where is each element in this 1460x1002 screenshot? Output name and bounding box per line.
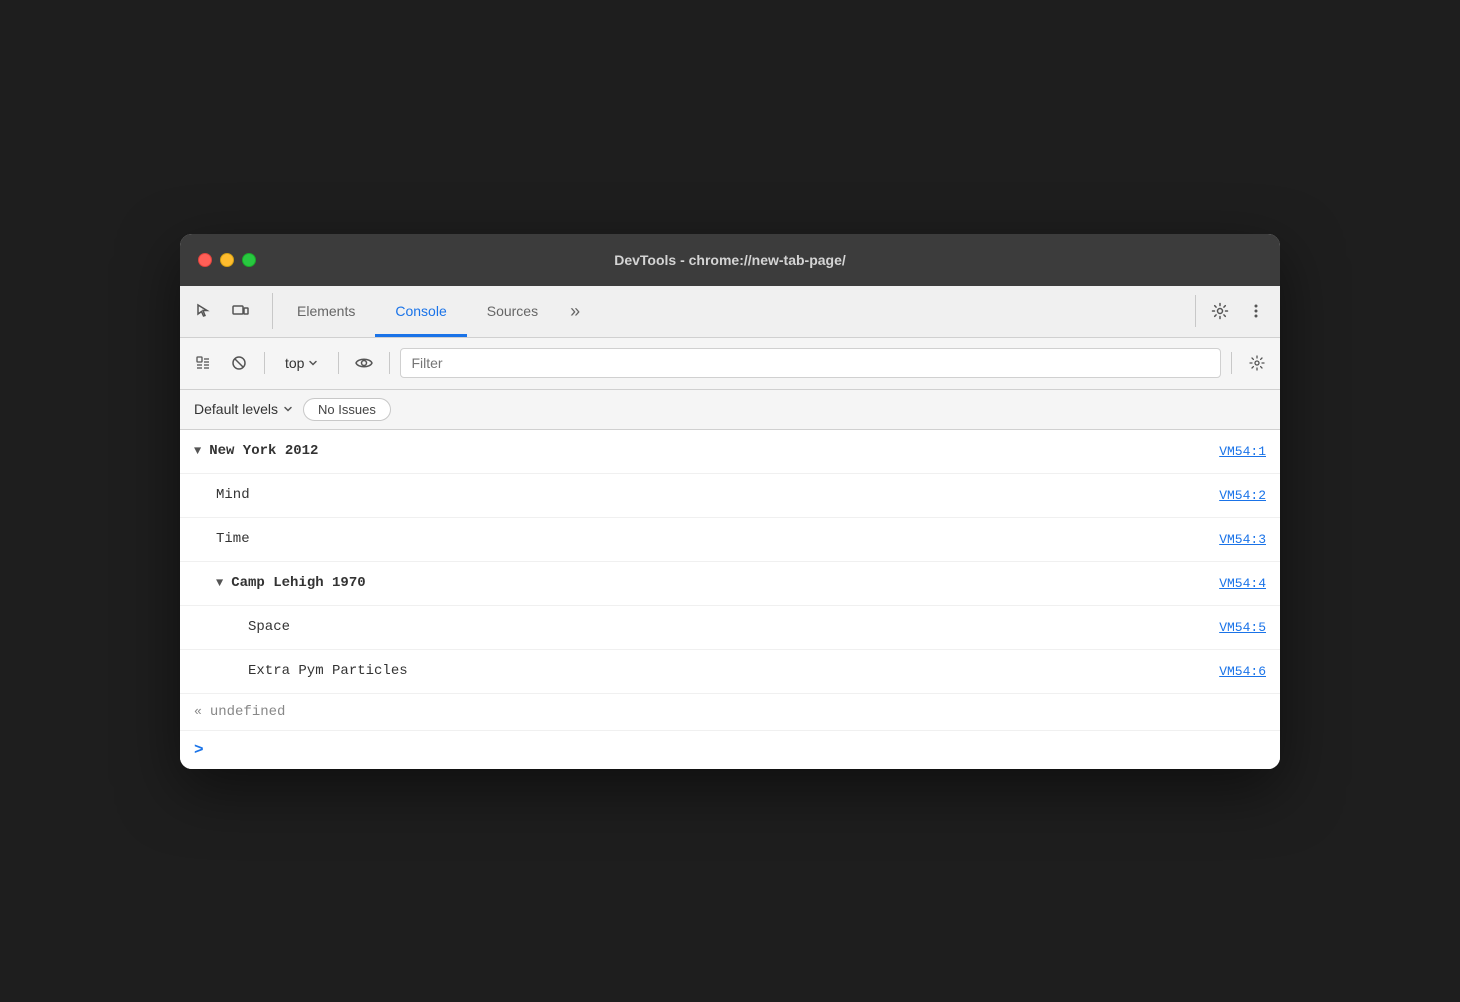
toolbar-divider-1 [264,352,265,374]
maximize-button[interactable] [242,253,256,267]
no-issues-button[interactable]: No Issues [303,398,391,421]
toolbar-divider-2 [338,352,339,374]
row-main-4: ▼ Camp Lehigh 1970 [216,575,1219,591]
tab-elements[interactable]: Elements [277,285,375,337]
filter-input[interactable] [400,348,1221,378]
prompt-row[interactable]: > [180,731,1280,769]
row-text-4: Camp Lehigh 1970 [231,575,365,591]
console-row-1: ▼ New York 2012 VM54:1 [180,430,1280,474]
tab-bar-right [1195,295,1272,327]
block-icon-button[interactable] [224,348,254,378]
row-link-4[interactable]: VM54:4 [1219,576,1266,591]
more-options-icon-button[interactable] [1240,295,1272,327]
return-arrow-icon: « [194,704,202,719]
levels-bar: Default levels No Issues [180,390,1280,430]
undefined-row: « undefined [180,694,1280,731]
row-text-6: Extra Pym Particles [248,663,408,679]
more-tabs-button[interactable]: » [558,285,592,337]
inspect-icon-button[interactable] [188,295,220,327]
row-main-3: Time [216,531,1219,547]
row-main-1: ▼ New York 2012 [194,443,1219,459]
eye-icon-button[interactable] [349,348,379,378]
row-link-5[interactable]: VM54:5 [1219,620,1266,635]
toolbar-divider-3 [389,352,390,374]
tab-bar: Elements Console Sources » [180,286,1280,338]
console-row-6: Extra Pym Particles VM54:6 [180,650,1280,694]
triangle-icon-1[interactable]: ▼ [194,444,201,458]
tab-console[interactable]: Console [375,285,466,337]
row-link-1[interactable]: VM54:1 [1219,444,1266,459]
row-text-2: Mind [216,487,250,503]
row-main-2: Mind [216,487,1219,503]
row-link-6[interactable]: VM54:6 [1219,664,1266,679]
close-button[interactable] [198,253,212,267]
settings-icon-button[interactable] [1204,295,1236,327]
row-text-3: Time [216,531,250,547]
toolbar-divider-4 [1231,352,1232,374]
console-toolbar: top [180,338,1280,390]
row-text-5: Space [248,619,290,635]
console-row-4: ▼ Camp Lehigh 1970 VM54:4 [180,562,1280,606]
device-toolbar-icon-button[interactable] [224,295,256,327]
row-main-5: Space [248,619,1219,635]
window-title: DevTools - chrome://new-tab-page/ [614,252,846,268]
console-output: ▼ New York 2012 VM54:1 Mind VM54:2 Time … [180,430,1280,694]
undefined-text: undefined [210,704,286,720]
row-text-1: New York 2012 [209,443,318,459]
console-row-3: Time VM54:3 [180,518,1280,562]
clear-console-button[interactable] [188,348,218,378]
devtools-icons [188,293,273,329]
context-selector[interactable]: top [275,351,328,375]
devtools-panel: Elements Console Sources » [180,286,1280,769]
tabs-container: Elements Console Sources » [277,285,1195,337]
row-main-6: Extra Pym Particles [248,663,1219,679]
console-row-2: Mind VM54:2 [180,474,1280,518]
tab-sources[interactable]: Sources [467,285,558,337]
console-bottom: « undefined > [180,694,1280,769]
row-link-2[interactable]: VM54:2 [1219,488,1266,503]
console-row-5: Space VM54:5 [180,606,1280,650]
row-link-3[interactable]: VM54:3 [1219,532,1266,547]
console-settings-icon-button[interactable] [1242,348,1272,378]
title-bar: DevTools - chrome://new-tab-page/ [180,234,1280,286]
prompt-chevron-icon: > [194,741,204,759]
default-levels-dropdown[interactable]: Default levels [194,401,293,417]
devtools-window: DevTools - chrome://new-tab-page/ [180,234,1280,769]
triangle-icon-4[interactable]: ▼ [216,576,223,590]
minimize-button[interactable] [220,253,234,267]
traffic-lights [198,253,256,267]
